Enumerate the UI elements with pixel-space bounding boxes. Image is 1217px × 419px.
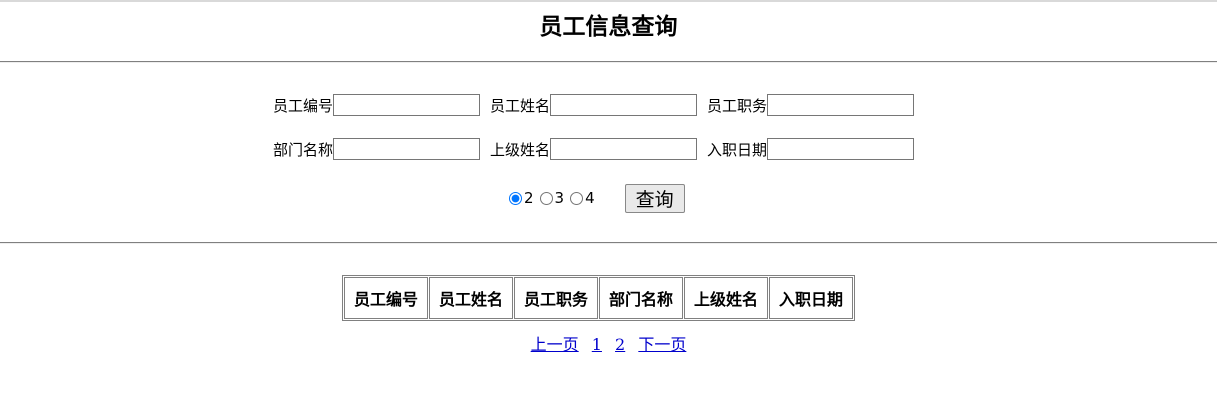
hire-date-label: 入职日期 — [707, 140, 768, 159]
manager-name-input[interactable] — [550, 138, 698, 160]
department-name-input[interactable] — [333, 138, 481, 160]
employee-id-label: 员工编号 — [273, 96, 334, 115]
field-employee-position: 员工职务 — [707, 94, 915, 116]
page-link-1[interactable]: 1 — [592, 335, 602, 354]
radio-label-2: 2 — [524, 189, 534, 207]
employee-position-label: 员工职务 — [707, 96, 768, 115]
page-link-2[interactable]: 2 — [615, 335, 625, 354]
page-size-radio-group: 2 3 4 查询 — [509, 183, 685, 213]
divider-top — [0, 61, 1217, 63]
radio-label-4: 4 — [585, 189, 595, 207]
manager-name-label: 上级姓名 — [490, 140, 551, 159]
table-header-row: 员工编号 员工姓名 员工职务 部门名称 上级姓名 入职日期 — [344, 277, 853, 319]
query-button[interactable]: 查询 — [624, 183, 685, 213]
next-page-link[interactable]: 下一页 — [638, 335, 686, 354]
divider-bottom — [0, 242, 1217, 244]
column-header-employee-name: 员工姓名 — [429, 277, 513, 319]
search-form-row-1: 员工编号 员工姓名 员工职务 — [273, 93, 924, 117]
column-header-manager-name: 上级姓名 — [684, 277, 768, 319]
field-hire-date: 入职日期 — [707, 138, 915, 160]
radio-option-3[interactable]: 3 — [539, 189, 565, 207]
employee-name-input[interactable] — [550, 94, 698, 116]
page-title: 员工信息查询 — [539, 14, 678, 40]
employee-name-label: 员工姓名 — [490, 96, 551, 115]
column-header-department-name: 部门名称 — [599, 277, 683, 319]
prev-page-link[interactable]: 上一页 — [531, 335, 579, 354]
department-name-label: 部门名称 — [273, 140, 334, 159]
field-employee-name: 员工姓名 — [490, 94, 698, 116]
field-employee-id: 员工编号 — [273, 94, 481, 116]
field-department-name: 部门名称 — [273, 138, 481, 160]
pagination: 上一页 1 2 下一页 — [0, 331, 1217, 355]
radio-input-2[interactable] — [509, 191, 522, 205]
radio-input-4[interactable] — [570, 191, 584, 205]
radio-input-3[interactable] — [539, 191, 553, 205]
column-header-hire-date: 入职日期 — [769, 277, 853, 319]
employee-id-input[interactable] — [333, 94, 481, 116]
search-form-row-2: 部门名称 上级姓名 入职日期 — [273, 137, 924, 161]
top-border — [0, 0, 1217, 2]
column-header-employee-id: 员工编号 — [344, 277, 428, 319]
employee-position-input[interactable] — [767, 94, 915, 116]
result-table: 员工编号 员工姓名 员工职务 部门名称 上级姓名 入职日期 — [342, 275, 855, 321]
field-manager-name: 上级姓名 — [490, 138, 698, 160]
radio-label-3: 3 — [554, 189, 565, 207]
column-header-employee-position: 员工职务 — [514, 277, 598, 319]
radio-option-2[interactable]: 2 — [509, 189, 534, 207]
hire-date-input[interactable] — [767, 138, 915, 160]
radio-option-4[interactable]: 4 — [570, 189, 595, 207]
